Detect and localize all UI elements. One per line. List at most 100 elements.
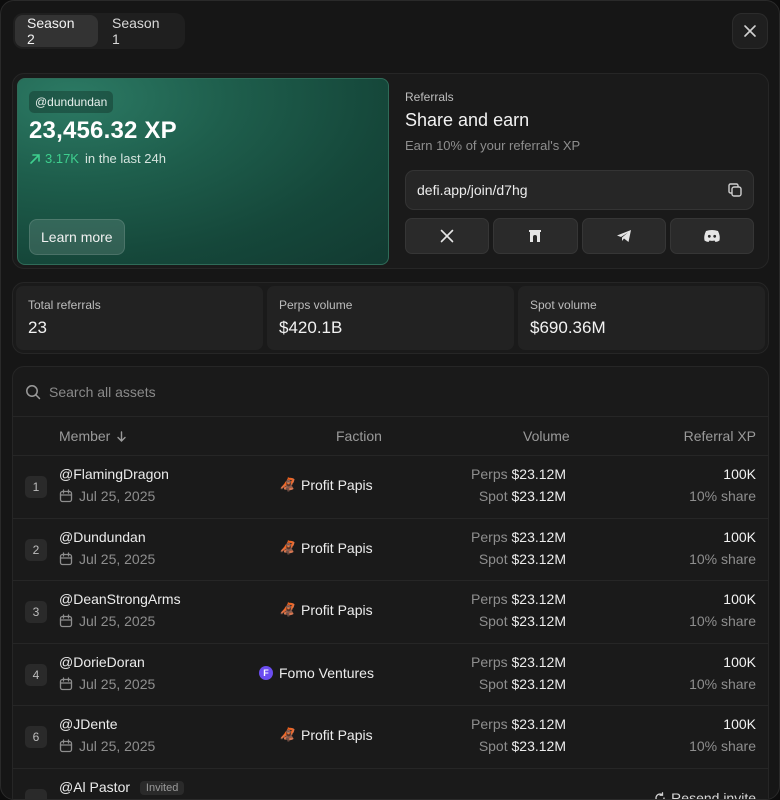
stat-value: 23 — [28, 318, 47, 337]
copy-icon[interactable] — [727, 182, 743, 201]
referral-xp: 100K — [723, 653, 756, 670]
perps-label: Perps — [471, 466, 508, 482]
perps-volume: Perps $23.12M — [471, 654, 566, 670]
refresh-icon — [655, 791, 665, 799]
discord-icon — [704, 230, 720, 242]
profit-papis-icon: 🦧 — [279, 539, 297, 555]
perps-volume: Perps $23.12M — [471, 716, 566, 732]
tab-season-1[interactable]: Season 1 — [100, 15, 183, 47]
member-header-label: Member — [59, 428, 111, 444]
stat-perps-volume: Perps volume $420.1B — [267, 286, 514, 350]
join-date: Jul 25, 2025 — [59, 551, 155, 567]
stat-value: $690.36M — [530, 318, 606, 337]
faction: 🦧 Profit Papis — [279, 539, 373, 556]
season-tabs: Season 2 Season 1 — [13, 13, 185, 49]
telegram-icon — [616, 230, 631, 242]
referrals-pane: Referrals Share and earn Earn 10% of you… — [405, 78, 765, 265]
faction: 🦧 Profit Papis — [280, 477, 373, 493]
arrow-down-icon — [117, 430, 127, 442]
xp-share: 10% share — [689, 488, 756, 504]
join-date-text: Jul 25, 2025 — [79, 738, 156, 754]
invited-row: - @Al Pastor Invited Resend invite — [13, 769, 768, 800]
x-icon — [440, 229, 454, 243]
stat-total-referrals: Total referrals 23 — [16, 286, 263, 350]
faction-column-header: Faction — [336, 428, 382, 444]
xp-delta: 3.17K in the last 24h — [29, 151, 166, 166]
faction: 🦧 Profit Papis — [280, 602, 373, 618]
member-name[interactable]: @DorieDoran — [59, 654, 145, 670]
member-column-header[interactable]: Member — [59, 428, 127, 444]
member-name[interactable]: @JDente — [59, 716, 118, 732]
member-name[interactable]: @FlamingDragon — [59, 466, 169, 482]
join-date-text: Jul 25, 2025 — [79, 613, 156, 629]
share-buttons — [405, 218, 754, 254]
stat-label: Total referrals — [28, 298, 101, 312]
table-row[interactable]: 2 @Dundundan Jul 25, 2025 🦧 Profit Papis… — [13, 519, 768, 581]
referral-xp: 100K — [723, 716, 756, 732]
calendar-icon — [59, 489, 73, 503]
perps-value: $23.12M — [511, 528, 566, 545]
xp-share: 10% share — [689, 613, 756, 629]
table-header: Member Faction Volume Referral XP — [13, 417, 768, 456]
table-row[interactable]: 3 @DeanStrongArms Jul 25, 2025 🦧 Profit … — [13, 581, 768, 644]
stat-value: $420.1B — [279, 318, 343, 337]
referral-xp: 100K — [723, 466, 756, 482]
spot-volume: Spot $23.12M — [479, 676, 566, 692]
invited-member-name: @Al Pastor — [59, 778, 131, 795]
member-name[interactable]: @DeanStrongArms — [59, 591, 181, 607]
share-telegram-button[interactable] — [581, 218, 666, 254]
perps-volume: Perps $23.12M — [471, 466, 566, 482]
spot-value: $23.12M — [511, 675, 566, 692]
search-input[interactable] — [49, 383, 449, 400]
xp-delta-value: 3.17K — [45, 151, 79, 166]
spot-value: $23.12M — [511, 488, 566, 504]
share-farcaster-button[interactable] — [493, 218, 578, 254]
faction: F Fomo Ventures — [259, 665, 374, 681]
referral-link-field[interactable]: defi.app/join/d7hg — [405, 170, 754, 210]
spot-label: Spot — [478, 675, 508, 692]
perps-value: $23.12M — [511, 591, 566, 607]
referral-link: defi.app/join/d7hg — [417, 182, 528, 198]
rank-badge: - — [25, 788, 47, 799]
close-button[interactable] — [732, 13, 768, 49]
member-name: @Al Pastor Invited — [59, 778, 185, 795]
member-name[interactable]: @Dundundan — [59, 529, 146, 545]
spot-value: $23.12M — [511, 550, 566, 567]
share-x-button[interactable] — [405, 218, 490, 254]
resend-invite-button[interactable]: Resend invite — [654, 789, 756, 800]
learn-more-button[interactable]: Learn more — [29, 219, 125, 255]
rank-badge: 2 — [25, 538, 47, 561]
faction-name: Profit Papis — [301, 539, 373, 556]
table-row[interactable]: 6 @JDente Jul 25, 2025 🦧 Profit Papis Pe… — [13, 706, 768, 769]
tab-season-2[interactable]: Season 2 — [15, 15, 98, 47]
perps-volume: Perps $23.12M — [471, 529, 566, 545]
volume-column-header: Volume — [523, 428, 570, 444]
table-row[interactable]: 4 @DorieDoran Jul 25, 2025 F Fomo Ventur… — [13, 644, 768, 706]
referrals-title: Share and earn — [405, 110, 530, 130]
spot-volume: Spot $23.12M — [479, 613, 566, 629]
arrow-up-right-icon — [30, 153, 40, 164]
fomo-ventures-icon: F — [259, 665, 273, 680]
spot-volume: Spot $23.12M — [479, 551, 566, 567]
farcaster-icon — [529, 230, 542, 242]
xp-share: 10% share — [689, 550, 756, 567]
table-row[interactable]: 1 @FlamingDragon Jul 25, 2025 🦧 Profit P… — [13, 456, 768, 519]
stat-label: Perps volume — [279, 298, 353, 312]
perps-label: Perps — [471, 716, 508, 732]
spot-volume: Spot $23.12M — [479, 738, 566, 754]
spot-label: Spot — [478, 613, 508, 629]
calendar-icon — [59, 551, 73, 565]
xp-card: @dundundan 23,456.32 XP 3.17K in the las… — [17, 78, 389, 265]
resend-invite-label: Resend invite — [671, 789, 756, 800]
referrals-subtitle: Earn 10% of your referral's XP — [405, 138, 581, 153]
stat-label: Spot volume — [530, 298, 597, 312]
referral-xp: 100K — [723, 528, 756, 545]
spot-value: $23.12M — [511, 613, 566, 629]
perps-value: $23.12M — [511, 653, 566, 670]
referral-xp: 100K — [723, 591, 756, 607]
share-discord-button[interactable] — [669, 218, 754, 254]
stat-spot-volume: Spot volume $690.36M — [518, 286, 765, 350]
faction-name: Profit Papis — [301, 602, 373, 618]
invited-badge: Invited — [139, 780, 185, 795]
rank-badge: 1 — [25, 476, 47, 498]
